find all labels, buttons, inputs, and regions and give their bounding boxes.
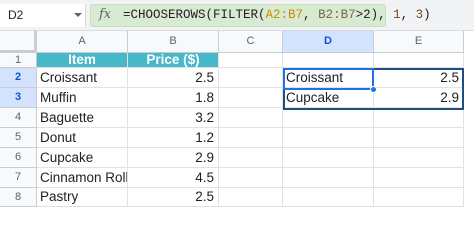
grid-cell[interactable] <box>219 148 283 168</box>
formula-separator: , <box>303 8 319 22</box>
fill-handle[interactable] <box>370 86 377 93</box>
formula-text: =CHOOSEROWS(FILTER(A2:B7, B2:B7>2), 1, 3… <box>123 8 431 22</box>
grid-cell[interactable] <box>219 128 283 148</box>
grid-cell[interactable] <box>219 53 283 68</box>
result-cell-price[interactable]: 2.9 <box>374 88 464 108</box>
row-header-7[interactable]: 7 <box>0 168 37 188</box>
formula-bar-area: D2 fx =CHOOSEROWS(FILTER(A2:B7, B2:B7>2)… <box>0 0 474 31</box>
chevron-down-icon[interactable] <box>74 13 82 17</box>
table-cell-price[interactable]: 3.2 <box>128 108 219 128</box>
formula-separator: , <box>400 8 416 22</box>
formula-condition: >2), <box>355 8 394 22</box>
row-header-2[interactable]: 2 <box>0 68 37 88</box>
row-header-5[interactable]: 5 <box>0 128 37 148</box>
grid-cell[interactable] <box>283 148 374 168</box>
table-header-item[interactable]: Item <box>37 53 128 68</box>
row-header-8[interactable]: 8 <box>0 188 37 207</box>
table-cell-price[interactable]: 2.5 <box>128 188 219 207</box>
result-cell-item[interactable]: Croissant <box>283 68 374 88</box>
grid-cell[interactable] <box>283 128 374 148</box>
grid-cell[interactable] <box>219 168 283 188</box>
table-cell-price[interactable]: 1.2 <box>128 128 219 148</box>
formula-arg-3: 3 <box>415 8 424 22</box>
formula-range-2: B2:B7 <box>318 8 356 22</box>
grid-cell[interactable] <box>283 168 374 188</box>
table-cell-item[interactable]: Pastry <box>37 188 128 207</box>
fx-icon: fx <box>99 7 112 22</box>
grid-cell[interactable] <box>283 53 374 68</box>
grid-cell[interactable] <box>374 168 464 188</box>
formula-close: ) <box>423 8 431 22</box>
table-cell-item[interactable]: Donut <box>37 128 128 148</box>
row-header-6[interactable]: 6 <box>0 148 37 168</box>
table-cell-price[interactable]: 2.5 <box>128 68 219 88</box>
grid-cell[interactable] <box>283 188 374 207</box>
table-cell-price[interactable]: 2.9 <box>128 148 219 168</box>
formula-range-1: A2:B7 <box>265 8 304 22</box>
column-header-e[interactable]: E <box>374 31 464 53</box>
grid-cell[interactable] <box>374 128 464 148</box>
select-all-corner[interactable] <box>0 31 37 53</box>
name-box-value: D2 <box>8 8 24 22</box>
column-header-a[interactable]: A <box>37 31 128 53</box>
table-cell-item[interactable]: Cinnamon Roll <box>37 168 128 188</box>
grid-cell[interactable] <box>219 108 283 128</box>
table-cell-price[interactable]: 4.5 <box>128 168 219 188</box>
grid-cell[interactable] <box>219 188 283 207</box>
grid-cell[interactable] <box>219 68 283 88</box>
grid-cell[interactable] <box>283 108 374 128</box>
result-cell-item[interactable]: Cupcake <box>283 88 374 108</box>
column-header-d[interactable]: D <box>283 31 374 53</box>
column-header-c[interactable]: C <box>219 31 283 53</box>
table-cell-item[interactable]: Baguette <box>37 108 128 128</box>
grid-cell[interactable] <box>374 188 464 207</box>
row-header-4[interactable]: 4 <box>0 108 37 128</box>
formula-prefix: =CHOOSEROWS(FILTER( <box>123 8 266 22</box>
table-cell-item[interactable]: Cupcake <box>37 148 128 168</box>
row-header-1[interactable]: 1 <box>0 53 37 68</box>
formula-arg-2: 1 <box>393 8 401 22</box>
table-header-price[interactable]: Price ($) <box>128 53 219 68</box>
table-cell-price[interactable]: 1.8 <box>128 88 219 108</box>
result-cell-price[interactable]: 2.5 <box>374 68 464 88</box>
grid-cell[interactable] <box>374 53 464 68</box>
table-cell-item[interactable]: Croissant <box>37 68 128 88</box>
formula-input[interactable]: fx =CHOOSEROWS(FILTER(A2:B7, B2:B7>2), 1… <box>90 4 431 27</box>
grid-cell[interactable] <box>374 148 464 168</box>
column-header-b[interactable]: B <box>128 31 219 53</box>
grid-cell[interactable] <box>219 88 283 108</box>
grid-cell[interactable] <box>374 108 464 128</box>
row-header-3[interactable]: 3 <box>0 88 37 108</box>
table-cell-item[interactable]: Muffin <box>37 88 128 108</box>
